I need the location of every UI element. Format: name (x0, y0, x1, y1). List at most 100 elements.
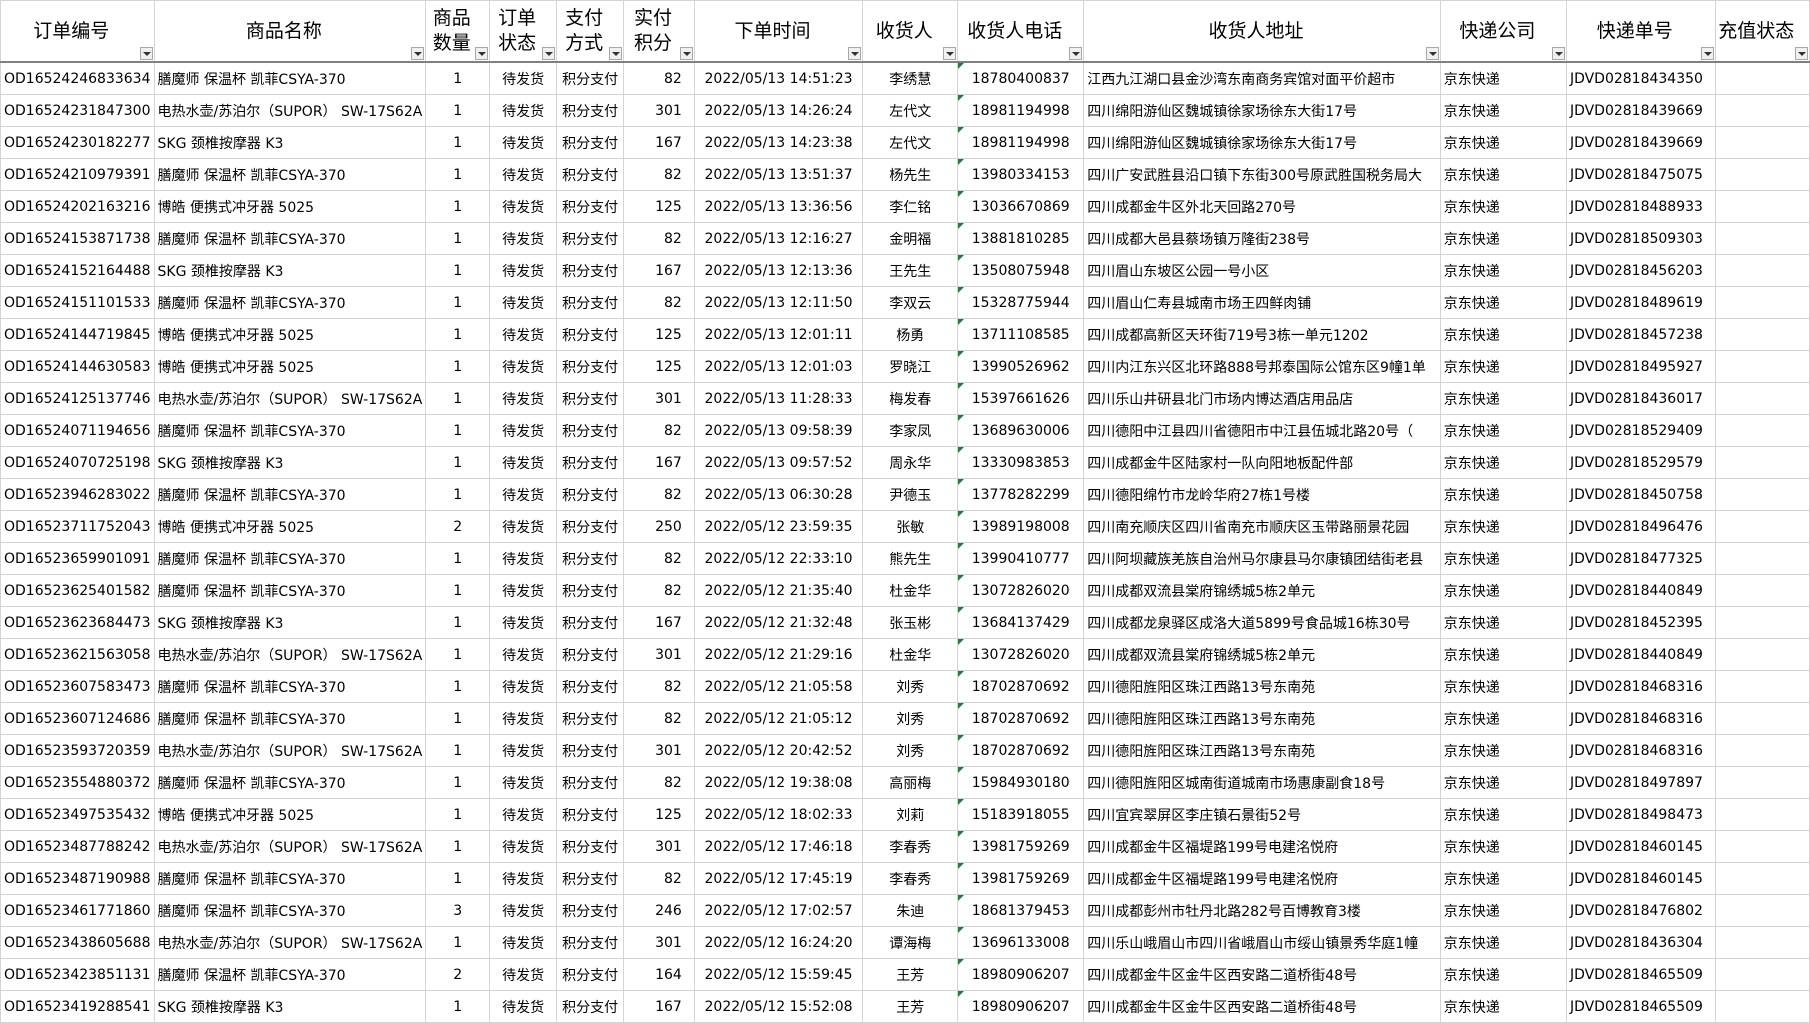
cell-qty[interactable]: 1 (425, 254, 491, 287)
cell-pay[interactable]: 积分支付 (556, 286, 625, 319)
cell-phone[interactable]: 18702870692 (957, 670, 1085, 703)
cell-time[interactable]: 2022/05/12 18:02:33 (693, 798, 864, 831)
cell-receiver[interactable]: 左代文 (862, 126, 959, 159)
cell-phone[interactable]: 13981759269 (957, 862, 1085, 895)
cell-recharge[interactable] (1714, 702, 1810, 735)
cell-name[interactable]: 膳魔师 保温杯 凯菲CSYA-370 (153, 158, 427, 191)
column-header-points[interactable]: 实付积分 (623, 0, 695, 63)
column-header-id[interactable]: 订单编号 (0, 0, 155, 63)
cell-courier[interactable]: 京东快递 (1439, 606, 1567, 639)
cell-id[interactable]: OD16523946283022 (0, 478, 155, 511)
cell-receiver[interactable]: 金明福 (862, 222, 959, 255)
cell-points[interactable]: 167 (623, 606, 695, 639)
cell-time[interactable]: 2022/05/13 12:11:50 (693, 286, 864, 319)
cell-name[interactable]: SKG 颈椎按摩器 K3 (153, 254, 427, 287)
cell-receiver[interactable]: 朱迪 (862, 894, 959, 927)
cell-name[interactable]: 博皓 便携式冲牙器 5025 (153, 318, 427, 351)
cell-qty[interactable]: 1 (425, 702, 491, 735)
cell-qty[interactable]: 2 (425, 510, 491, 543)
cell-id[interactable]: OD16524153871738 (0, 222, 155, 255)
cell-recharge[interactable] (1714, 926, 1810, 959)
cell-tracking[interactable]: JDVD02818440849 (1565, 638, 1716, 671)
cell-status[interactable]: 待发货 (489, 734, 558, 767)
cell-qty[interactable]: 1 (425, 830, 491, 863)
cell-tracking[interactable]: JDVD02818460145 (1565, 830, 1716, 863)
cell-courier[interactable]: 京东快递 (1439, 830, 1567, 863)
cell-recharge[interactable] (1714, 798, 1810, 831)
cell-status[interactable]: 待发货 (489, 862, 558, 895)
cell-status[interactable]: 待发货 (489, 158, 558, 191)
cell-phone[interactable]: 13072826020 (957, 574, 1085, 607)
filter-dropdown-icon[interactable] (542, 47, 556, 60)
cell-name[interactable]: 电热水壶/苏泊尔（SUPOR） SW-17S62A (153, 734, 427, 767)
cell-time[interactable]: 2022/05/13 13:36:56 (693, 190, 864, 223)
cell-recharge[interactable] (1714, 126, 1810, 159)
cell-status[interactable]: 待发货 (489, 190, 558, 223)
cell-tracking[interactable]: JDVD02818457238 (1565, 318, 1716, 351)
cell-points[interactable]: 301 (623, 382, 695, 415)
cell-courier[interactable]: 京东快递 (1439, 318, 1567, 351)
cell-receiver[interactable]: 李仁铭 (862, 190, 959, 223)
column-header-tracking[interactable]: 快递单号 (1565, 0, 1716, 63)
cell-tracking[interactable]: JDVD02818439669 (1565, 126, 1716, 159)
cell-receiver[interactable]: 王先生 (862, 254, 959, 287)
cell-id[interactable]: OD16523423851131 (0, 958, 155, 991)
cell-recharge[interactable] (1714, 382, 1810, 415)
cell-points[interactable]: 82 (623, 414, 695, 447)
cell-name[interactable]: 电热水壶/苏泊尔（SUPOR） SW-17S62A (153, 638, 427, 671)
cell-time[interactable]: 2022/05/13 12:01:03 (693, 350, 864, 383)
cell-time[interactable]: 2022/05/12 15:52:08 (693, 990, 864, 1023)
cell-tracking[interactable]: JDVD02818488933 (1565, 190, 1716, 223)
cell-pay[interactable]: 积分支付 (556, 350, 625, 383)
cell-courier[interactable]: 京东快递 (1439, 926, 1567, 959)
cell-tracking[interactable]: JDVD02818434350 (1565, 61, 1716, 95)
cell-points[interactable]: 125 (623, 350, 695, 383)
cell-tracking[interactable]: JDVD02818495927 (1565, 350, 1716, 383)
cell-qty[interactable]: 1 (425, 446, 491, 479)
cell-status[interactable]: 待发货 (489, 414, 558, 447)
cell-courier[interactable]: 京东快递 (1439, 574, 1567, 607)
cell-time[interactable]: 2022/05/12 21:35:40 (693, 574, 864, 607)
cell-pay[interactable]: 积分支付 (556, 894, 625, 927)
cell-qty[interactable]: 1 (425, 61, 491, 95)
cell-name[interactable]: 博皓 便携式冲牙器 5025 (153, 350, 427, 383)
cell-addr[interactable]: 四川成都高新区天环街719号3栋一单元1202 (1083, 318, 1441, 351)
cell-qty[interactable]: 1 (425, 862, 491, 895)
cell-courier[interactable]: 京东快递 (1439, 158, 1567, 191)
cell-time[interactable]: 2022/05/13 12:16:27 (693, 222, 864, 255)
cell-recharge[interactable] (1714, 446, 1810, 479)
cell-receiver[interactable]: 李绣慧 (862, 61, 959, 95)
cell-receiver[interactable]: 刘秀 (862, 702, 959, 735)
cell-qty[interactable]: 1 (425, 798, 491, 831)
cell-status[interactable]: 待发货 (489, 702, 558, 735)
cell-time[interactable]: 2022/05/13 13:51:37 (693, 158, 864, 191)
cell-phone[interactable]: 13990410777 (957, 542, 1085, 575)
column-header-status[interactable]: 订单状态 (489, 0, 558, 63)
cell-points[interactable]: 82 (623, 61, 695, 95)
cell-status[interactable]: 待发货 (489, 926, 558, 959)
cell-qty[interactable]: 1 (425, 990, 491, 1023)
cell-addr[interactable]: 四川成都金牛区陆家村一队向阳地板配件部 (1083, 446, 1441, 479)
cell-time[interactable]: 2022/05/12 21:05:58 (693, 670, 864, 703)
cell-phone[interactable]: 15397661626 (957, 382, 1085, 415)
cell-recharge[interactable] (1714, 61, 1810, 95)
cell-qty[interactable]: 1 (425, 414, 491, 447)
cell-addr[interactable]: 四川成都双流县棠府锦绣城5栋2单元 (1083, 638, 1441, 671)
cell-status[interactable]: 待发货 (489, 318, 558, 351)
cell-addr[interactable]: 四川成都龙泉驿区成洛大道5899号食品城16栋30号 (1083, 606, 1441, 639)
cell-pay[interactable]: 积分支付 (556, 574, 625, 607)
cell-id[interactable]: OD16523438605688 (0, 926, 155, 959)
cell-name[interactable]: SKG 颈椎按摩器 K3 (153, 446, 427, 479)
cell-tracking[interactable]: JDVD02818529579 (1565, 446, 1716, 479)
cell-addr[interactable]: 四川成都金牛区外北天回路270号 (1083, 190, 1441, 223)
cell-phone[interactable]: 13689630006 (957, 414, 1085, 447)
cell-tracking[interactable]: JDVD02818465509 (1565, 958, 1716, 991)
cell-courier[interactable]: 京东快递 (1439, 542, 1567, 575)
cell-courier[interactable]: 京东快递 (1439, 382, 1567, 415)
cell-time[interactable]: 2022/05/13 12:13:36 (693, 254, 864, 287)
cell-pay[interactable]: 积分支付 (556, 126, 625, 159)
cell-recharge[interactable] (1714, 542, 1810, 575)
cell-id[interactable]: OD16524152164488 (0, 254, 155, 287)
cell-tracking[interactable]: JDVD02818452395 (1565, 606, 1716, 639)
cell-name[interactable]: 膳魔师 保温杯 凯菲CSYA-370 (153, 286, 427, 319)
